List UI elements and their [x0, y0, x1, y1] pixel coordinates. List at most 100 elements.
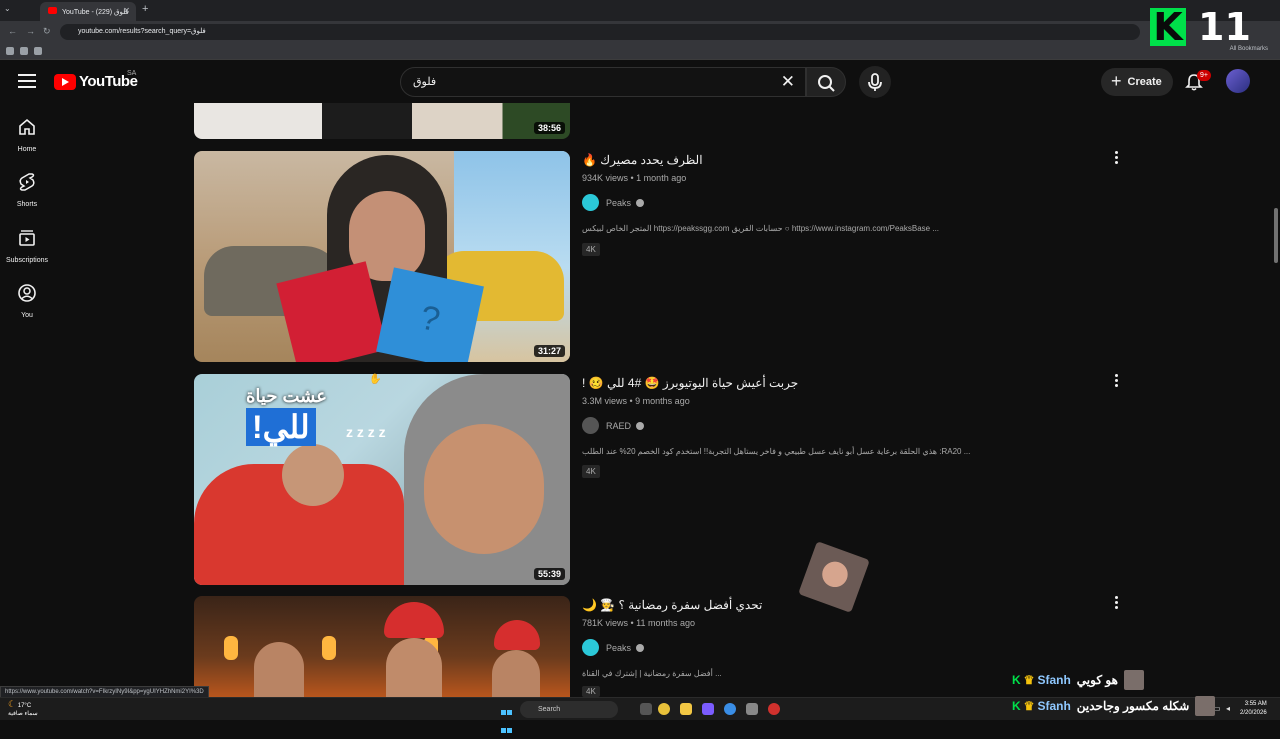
search-input[interactable]: فلوق ✕ — [400, 67, 806, 97]
url-field[interactable]: youtube.com/results?search_query=فلوق — [60, 24, 1140, 40]
overlay-k-letter: K — [1150, 8, 1186, 46]
mouse-cursor-icon: ✋ — [369, 374, 382, 385]
video-thumbnail[interactable]: عشت حياة للي! z z z z 55:39 — [194, 374, 570, 585]
thumbnail-lantern — [322, 636, 336, 660]
menu-icon[interactable] — [18, 74, 36, 88]
sidebar-item-you[interactable]: You — [0, 283, 54, 333]
account-avatar[interactable] — [1226, 69, 1250, 93]
forward-icon[interactable]: → — [26, 26, 35, 36]
video-thumbnail[interactable]: ? 31:27 — [194, 151, 570, 362]
chat-message: K ♛ Sfanh هو كويي — [1012, 670, 1144, 690]
browser-tab-bar: ⌄ YouTube - فلوق (229) ✕ + — [0, 0, 1280, 21]
plus-icon: + — [1111, 70, 1122, 91]
search-query-text: فلوق — [413, 76, 437, 88]
tab-close-icon[interactable]: ✕ — [123, 6, 130, 15]
quality-badge: 4K — [582, 465, 600, 478]
quality-badge: 4K — [582, 686, 600, 697]
create-button[interactable]: + Create — [1101, 68, 1173, 96]
video-thumbnail[interactable] — [194, 596, 570, 697]
sidebar-item-subscriptions[interactable]: Subscriptions — [0, 228, 54, 278]
sidebar-item-home[interactable]: Home — [0, 117, 54, 167]
video-meta: 934K views • 1 month ago — [582, 173, 687, 183]
chat-text: شكله مكسور وجاحدين — [1076, 699, 1190, 713]
youtube-play-icon — [54, 73, 76, 90]
channel-name: Peaks — [606, 197, 632, 208]
home-icon — [19, 118, 35, 135]
windows-start-icon[interactable] — [501, 703, 513, 733]
overlay-number: 11 — [1198, 5, 1251, 49]
channel-link[interactable]: RAED — [582, 417, 645, 434]
video-description: المتجر الخاص لبيكس https://peakssgg.com … — [582, 224, 940, 233]
file-explorer-icon[interactable] — [680, 703, 692, 715]
you-icon — [18, 284, 36, 302]
taskbar-search-placeholder: Search — [538, 706, 561, 713]
reload-icon[interactable]: ↻ — [43, 26, 51, 37]
thumbnail-zzz: z z z z — [346, 424, 386, 440]
browser-icon[interactable] — [724, 703, 736, 715]
channel-link[interactable]: Peaks — [582, 639, 645, 656]
page-scrollbar[interactable] — [1272, 103, 1280, 697]
verified-icon — [636, 198, 645, 207]
video-duration: 31:27 — [533, 345, 565, 357]
obs-icon[interactable] — [768, 703, 780, 715]
discord-icon[interactable] — [702, 703, 714, 715]
channel-name: Peaks — [606, 642, 632, 653]
settings-icon[interactable] — [746, 703, 758, 715]
verified-icon — [636, 643, 645, 652]
temperature: 17°C — [17, 703, 32, 709]
more-options-icon[interactable] — [1113, 151, 1119, 167]
thumbnail-lantern — [224, 636, 238, 660]
thumbnail-face — [492, 650, 540, 697]
youtube-header: YouTube SA فلوق ✕ + Create 9+ — [0, 60, 1280, 103]
thumbnail-face — [254, 642, 304, 697]
tab-title: YouTube - فلوق (229) — [62, 8, 129, 16]
video-title[interactable]: تحدي أفضل سفرة رمضانية ؟ 🧑‍🍳 🌙 — [582, 598, 762, 612]
weather-widget[interactable]: ☾ 17°C سماء صافية — [8, 700, 38, 718]
thumbnail-text: للي! — [246, 408, 316, 446]
bookmark-icon[interactable] — [6, 47, 14, 55]
video-duration: 55:39 — [533, 568, 565, 580]
sidebar-item-label: Home — [17, 146, 37, 153]
tray-volume-icon[interactable]: ◂ — [1226, 704, 1230, 713]
youtube-logo[interactable]: YouTube — [54, 73, 138, 90]
more-options-icon[interactable] — [1113, 374, 1119, 390]
channel-avatar — [582, 417, 599, 434]
chat-username: Sfanh — [1037, 699, 1071, 713]
bookmark-icon[interactable] — [20, 47, 28, 55]
thumbnail-face — [282, 444, 344, 506]
thumbnail-text: عشت حياة — [246, 386, 327, 406]
new-tab-icon[interactable]: + — [142, 3, 148, 15]
video-thumbnail[interactable]: 38:56 — [194, 103, 570, 139]
scrollbar-thumb[interactable] — [1274, 208, 1278, 263]
notifications-badge: 9+ — [1197, 70, 1211, 81]
search-icon — [818, 75, 835, 92]
back-icon[interactable]: ← — [8, 26, 17, 36]
apps-icon[interactable] — [34, 47, 42, 55]
channel-name: RAED — [606, 420, 632, 431]
tab-search-icon[interactable]: ⌄ — [4, 4, 16, 16]
clock[interactable]: 3:55 AM 2/20/2026 — [1240, 700, 1267, 718]
more-options-icon[interactable] — [1113, 596, 1119, 612]
address-bar-row: ← → ↻ youtube.com/results?search_query=ف… — [0, 21, 1280, 43]
clear-search-icon[interactable]: ✕ — [781, 72, 795, 92]
browser-tab[interactable]: YouTube - فلوق (229) ✕ — [40, 2, 136, 21]
moon-icon: ☾ — [8, 699, 17, 709]
video-title[interactable]: جربت أعيش حياة اليوتيوبرز 🤩 #4 للي 🥴 ! — [582, 376, 798, 390]
stream-overlay-image — [798, 541, 870, 613]
thumbnail-face — [424, 424, 544, 554]
bookmarks-bar: All Bookmarks — [0, 43, 1280, 60]
search-button[interactable] — [806, 67, 846, 97]
channel-link[interactable]: Peaks — [582, 194, 645, 211]
video-duration: 38:56 — [533, 122, 565, 134]
sidebar-item-shorts[interactable]: Shorts — [0, 172, 54, 222]
chrome-icon[interactable] — [658, 703, 670, 715]
clock-time: 3:55 AM — [1244, 701, 1267, 707]
video-title[interactable]: الظرف يحدد مصيرك 🔥 — [582, 153, 703, 167]
voice-search-button[interactable] — [859, 66, 891, 98]
crown-icon: ♛ — [1023, 673, 1035, 687]
channel-avatar — [582, 639, 599, 656]
taskbar-search[interactable]: Search — [520, 701, 618, 718]
video-meta: 781K views • 11 months ago — [582, 618, 696, 628]
task-view-icon[interactable] — [640, 703, 652, 715]
stream-overlay-logo: K 11 — [1150, 5, 1251, 49]
